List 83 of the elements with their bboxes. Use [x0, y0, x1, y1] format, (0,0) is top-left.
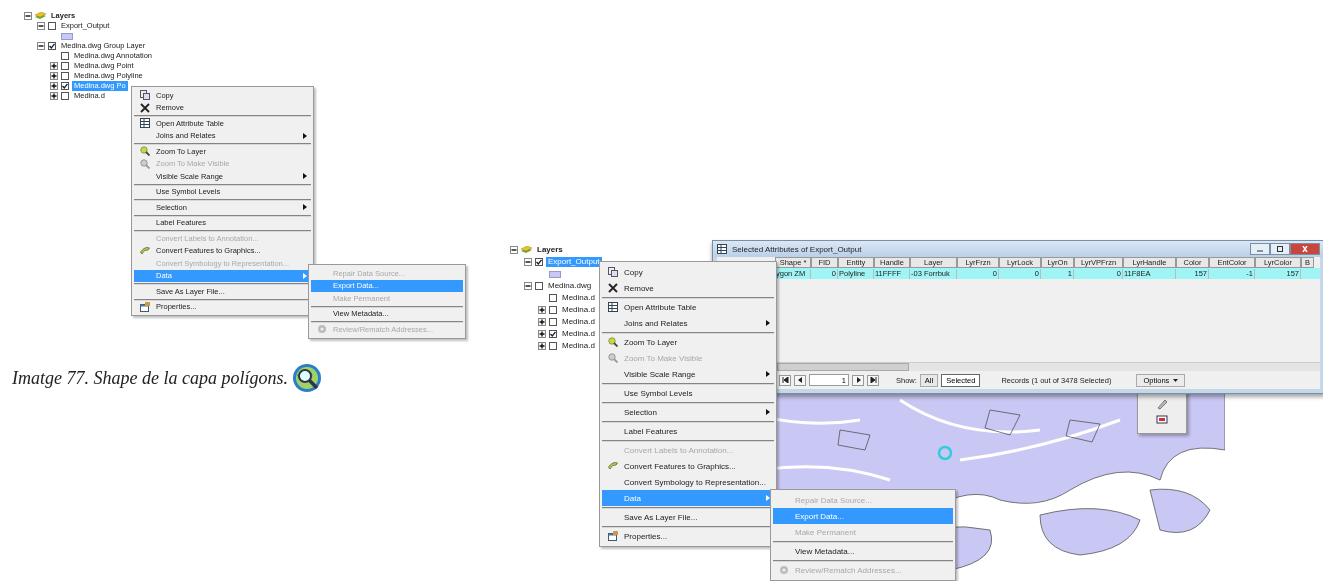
menu-item[interactable]: Joins and Relates — [602, 315, 774, 331]
menu-item[interactable]: Open Attribute Table — [602, 297, 774, 315]
magnifier-icon — [608, 353, 618, 363]
menu-item[interactable]: Convert Features to Graphics... — [602, 458, 774, 474]
swoosh-icon — [608, 461, 618, 471]
expand-toggle[interactable] — [524, 282, 532, 290]
menu-item[interactable]: Remove — [602, 280, 774, 296]
layers-icon — [521, 245, 532, 255]
maximize-button[interactable] — [1270, 243, 1290, 255]
left-arrow-icon — [796, 377, 804, 383]
expand-toggle[interactable] — [37, 22, 45, 30]
expand-toggle[interactable] — [24, 12, 32, 20]
layers-icon — [35, 11, 46, 21]
layer-checkbox[interactable] — [61, 82, 69, 90]
window-icon — [140, 301, 150, 312]
previous-record-button[interactable] — [794, 374, 806, 386]
menu-item[interactable]: Label Features — [602, 421, 774, 439]
expand-toggle[interactable] — [538, 306, 546, 314]
expand-toggle[interactable] — [538, 318, 546, 326]
last-record-button[interactable] — [867, 374, 879, 386]
menu-item[interactable]: Use Symbol Levels — [602, 383, 774, 401]
layer-checkbox[interactable] — [61, 62, 69, 70]
pages-icon — [140, 90, 150, 101]
layer-checkbox[interactable] — [549, 330, 557, 338]
close-button[interactable] — [1290, 243, 1320, 255]
expand-toggle[interactable] — [50, 92, 58, 100]
cross-icon — [608, 283, 618, 293]
menu-item[interactable]: Zoom To Layer — [602, 332, 774, 350]
expand-toggle[interactable] — [50, 72, 58, 80]
cross-icon — [140, 102, 150, 113]
window-title: Selected Attributes of Export_Output — [732, 244, 863, 254]
magnifier-icon — [140, 158, 150, 169]
layer-checkbox[interactable] — [549, 342, 557, 350]
menu-item[interactable]: Selection — [602, 402, 774, 420]
pages-icon — [608, 267, 618, 277]
layer-checkbox[interactable] — [61, 52, 69, 60]
expand-toggle[interactable] — [510, 246, 518, 254]
layer-checkbox[interactable] — [549, 294, 557, 302]
layer-label[interactable]: Medina.d — [560, 304, 597, 316]
figure-caption: Imatge 77. Shape de la capa polígons. — [12, 367, 288, 389]
magnifier-icon — [608, 337, 618, 347]
skip-forward-icon — [869, 377, 877, 383]
symbol-swatch — [61, 32, 73, 40]
layer-label[interactable]: Medina.d — [560, 292, 597, 304]
table-icon — [608, 302, 618, 312]
layer-checkbox[interactable] — [535, 282, 543, 290]
menu-item[interactable]: Convert Symbology to Representation... — [602, 474, 774, 490]
expand-toggle[interactable] — [538, 342, 546, 350]
expand-toggle[interactable] — [50, 82, 58, 90]
expand-toggle[interactable] — [50, 62, 58, 70]
layer-checkbox[interactable] — [61, 72, 69, 80]
swoosh-icon — [140, 245, 150, 256]
window-icon — [608, 531, 618, 541]
first-record-button[interactable] — [779, 374, 791, 386]
table-icon — [140, 118, 150, 129]
layer-checkbox[interactable] — [48, 42, 56, 50]
layer-checkbox[interactable] — [549, 306, 557, 314]
layers-label: Layers — [536, 244, 564, 256]
layer-label[interactable]: Medina.d — [560, 316, 597, 328]
expand-toggle[interactable] — [37, 42, 45, 50]
screen-icon[interactable] — [1156, 414, 1168, 426]
expand-toggle[interactable] — [538, 330, 546, 338]
layer-checkbox[interactable] — [48, 22, 56, 30]
layer-checkbox[interactable] — [549, 318, 557, 326]
pencil-icon[interactable] — [1156, 398, 1168, 410]
layer-label[interactable]: Medina.d — [560, 340, 597, 352]
right-arrow-icon — [854, 377, 862, 383]
expand-toggle[interactable] — [524, 258, 532, 266]
menu-item[interactable]: Visible Scale Range — [602, 366, 774, 382]
next-record-button[interactable] — [852, 374, 864, 386]
maximize-icon — [1276, 246, 1284, 252]
table-icon — [717, 244, 727, 254]
layer-checkbox[interactable] — [61, 92, 69, 100]
caret-icon — [1173, 378, 1179, 382]
symbol-swatch — [549, 270, 561, 278]
menu-item[interactable]: View Metadata... — [773, 541, 953, 559]
layer-label[interactable]: Medina.d — [560, 328, 597, 340]
skip-back-icon — [781, 377, 789, 383]
layer-label[interactable]: Medina.dwg — [546, 280, 594, 292]
layer-checkbox[interactable] — [535, 258, 543, 266]
search-icon — [291, 363, 322, 393]
close-icon — [1301, 246, 1309, 252]
magnifier-icon — [140, 146, 150, 157]
